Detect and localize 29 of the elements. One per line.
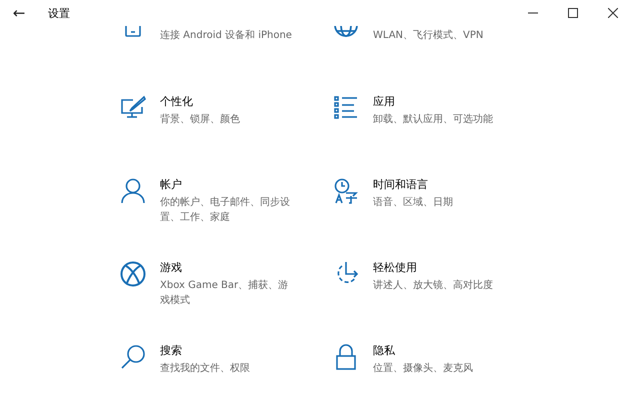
- back-button[interactable]: ←: [2, 0, 36, 26]
- clock-language-icon: [333, 178, 359, 204]
- person-icon: [120, 178, 146, 204]
- search-icon: [120, 344, 146, 370]
- tile-title[interactable]: 游戏: [160, 261, 294, 275]
- tile-description: WLAN、飞行模式、VPN: [373, 28, 484, 43]
- xbox-icon: [120, 261, 146, 287]
- tile-description: 位置、摄像头、麦克风: [373, 362, 474, 376]
- tile-title[interactable]: 帐户: [160, 178, 294, 192]
- tile-description: 讲述人、放大镜、高对比度: [373, 278, 494, 293]
- tile-title[interactable]: 应用: [373, 95, 507, 109]
- tile-title[interactable]: 隐私: [373, 344, 507, 358]
- monitor-brush-icon: [120, 95, 146, 121]
- tile-title[interactable]: 搜索: [160, 344, 294, 358]
- tile-description: 查找我的文件、权限: [160, 362, 251, 376]
- tile-description: Xbox Game Bar、捕获、游戏模式: [160, 278, 290, 308]
- tile-description: 背景、锁屏、颜色: [160, 112, 241, 127]
- lock-icon: [333, 344, 359, 370]
- close-icon: [608, 8, 618, 18]
- window-title: 设置: [48, 6, 71, 20]
- maximize-icon: [568, 8, 578, 18]
- tile-description: 你的帐户、电子邮件、同步设置、工作、家庭: [160, 196, 291, 225]
- tile-title[interactable]: 时间和语言: [373, 178, 507, 192]
- tile-description: 连接 Android 设备和 iPhone: [160, 28, 293, 43]
- tile-description: 卸载、默认应用、可选功能: [373, 112, 494, 127]
- tile-description: 语音、区域、日期: [373, 196, 454, 210]
- tile-title[interactable]: 个性化: [160, 95, 294, 109]
- tile-title[interactable]: 轻松使用: [373, 261, 507, 275]
- list-icon: [333, 95, 359, 121]
